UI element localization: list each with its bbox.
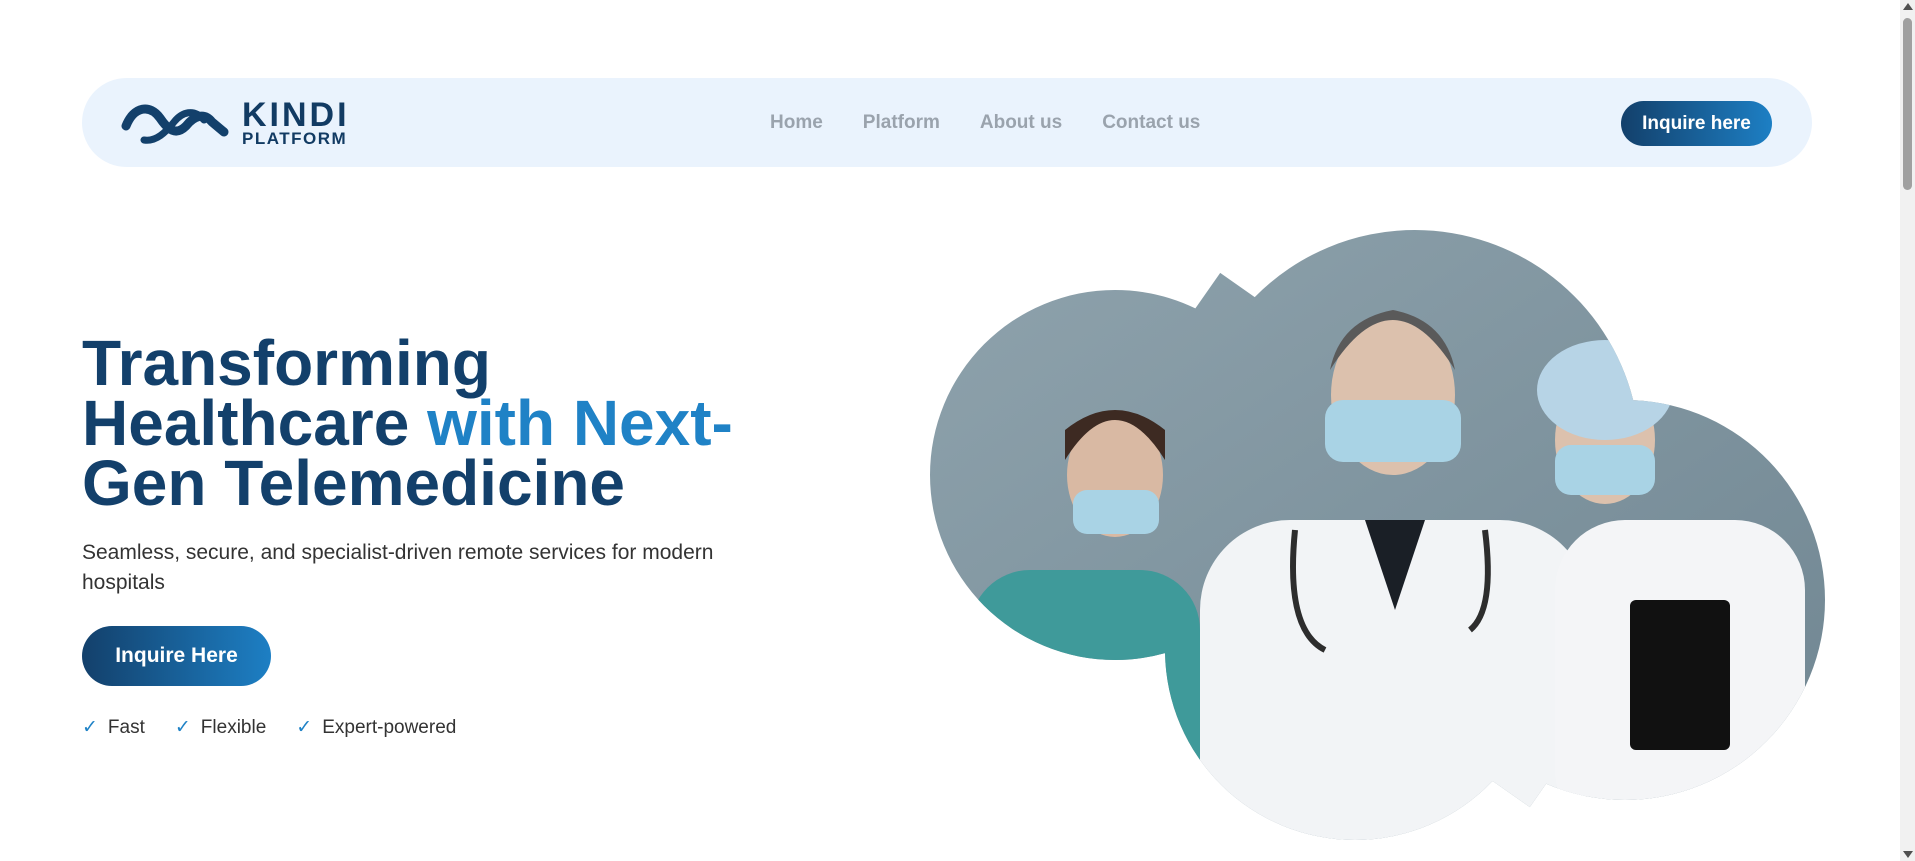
scroll-up-arrow-icon[interactable]: [1903, 3, 1913, 10]
hero-title-line3: Gen Telemedicine: [82, 447, 625, 519]
hero-title: Transforming Healthcare with Next- Gen T…: [82, 331, 802, 515]
check-icon: ✓: [174, 717, 191, 738]
scroll-down-arrow-icon[interactable]: [1903, 851, 1913, 858]
logo-word: KINDI: [242, 95, 350, 134]
nav-links: Home Platform About us Contact us: [770, 78, 1200, 167]
nav-link-contact[interactable]: Contact us: [1102, 112, 1200, 134]
feature-label: Expert-powered: [322, 716, 457, 738]
check-icon: ✓: [296, 717, 313, 738]
nav-inquire-button[interactable]: Inquire here: [1621, 101, 1772, 146]
kindi-logo[interactable]: KINDI PLATFORM: [120, 96, 350, 148]
page-scrollbar[interactable]: [1900, 0, 1915, 861]
nav-link-home[interactable]: Home: [770, 112, 823, 134]
navbar: KINDI PLATFORM Home Platform About us Co…: [82, 78, 1812, 167]
nav-link-platform[interactable]: Platform: [863, 112, 940, 134]
logo-subword: PLATFORM: [242, 128, 348, 148]
nav-link-about[interactable]: About us: [980, 112, 1062, 134]
hero-subtitle: Seamless, secure, and specialist-driven …: [82, 541, 714, 594]
doctors-photo: [930, 230, 1825, 840]
feature-item: ✓ Flexible: [175, 716, 266, 739]
hero-inquire-button[interactable]: Inquire Here: [82, 626, 271, 686]
scrollbar-thumb[interactable]: [1903, 18, 1912, 190]
feature-list: ✓ Fast ✓ Flexible ✓ Expert-powered: [82, 716, 456, 739]
feature-item: ✓ Expert-powered: [296, 716, 456, 739]
logo-mark-icon: [121, 104, 229, 144]
check-icon: ✓: [82, 717, 98, 738]
feature-label: Fast: [107, 716, 145, 738]
feature-item: ✓ Fast: [82, 716, 145, 739]
feature-label: Flexible: [200, 716, 267, 738]
